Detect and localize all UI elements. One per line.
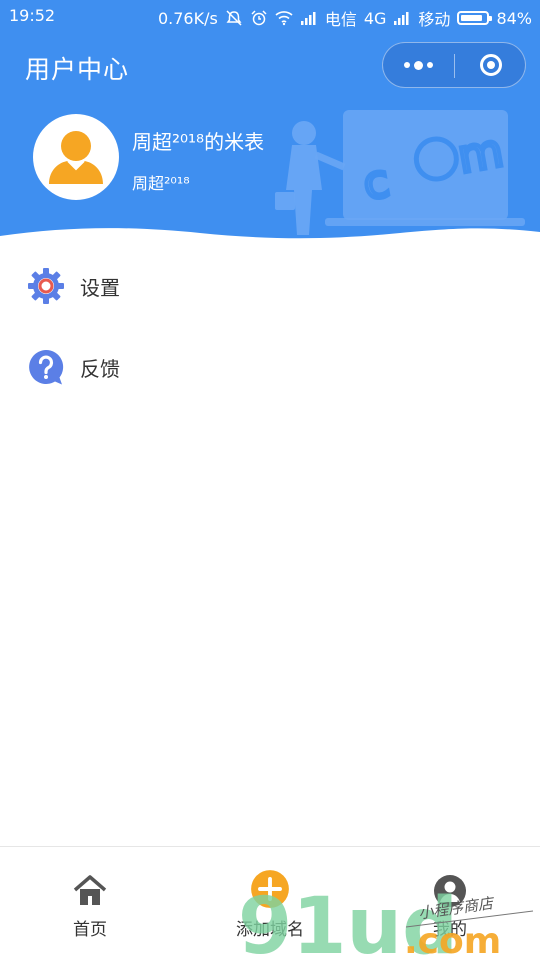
battery-icon	[457, 11, 493, 25]
status-time: 19:52	[9, 6, 56, 25]
profile-header: 19:52 0.76K/s 电信 4G 移动 84% c m 用户中心 周超²⁰…	[0, 0, 540, 245]
menu-item-label: 反馈	[80, 356, 120, 381]
svg-text:m: m	[454, 123, 508, 184]
signal-icon-2	[394, 12, 409, 25]
mute-bell-icon	[226, 10, 242, 26]
avatar[interactable]	[33, 114, 119, 200]
gear-icon	[28, 268, 64, 304]
watermark-logo: 91ud .com 小程序商店	[238, 882, 534, 964]
home-icon	[73, 875, 107, 905]
battery-percent: 84%	[496, 8, 532, 28]
menu-item-settings[interactable]: 设置	[0, 251, 540, 321]
signal-icon	[300, 12, 316, 25]
menu-item-label: 设置	[80, 275, 120, 300]
dot-icon	[414, 60, 423, 70]
status-indicators: 0.76K/s 电信 4G 移动 84%	[158, 6, 532, 30]
wifi-icon	[275, 11, 293, 26]
user-avatar-icon	[49, 131, 103, 184]
network-speed: 0.76K/s	[157, 8, 218, 28]
status-bar: 19:52 0.76K/s 电信 4G 移动 84%	[0, 0, 540, 32]
site-watermark: 91ud .com 小程序商店	[238, 875, 538, 964]
page-title: 用户中心	[25, 55, 130, 84]
menu-item-feedback[interactable]: 反馈	[0, 332, 540, 402]
alarm-icon	[251, 10, 267, 26]
target-circle-icon	[479, 54, 502, 76]
more-menu-button[interactable]	[383, 43, 454, 87]
user-subtitle: 周超²⁰¹⁸	[132, 174, 190, 193]
watermark-domain: .com	[404, 921, 501, 960]
tab-home[interactable]: 首页	[0, 847, 180, 961]
dot-icon	[427, 62, 433, 68]
laptop-illustration: c m	[275, 110, 525, 235]
dot-icon	[404, 62, 410, 68]
network-type: 4G	[363, 8, 387, 28]
user-name: 周超²⁰¹⁸的米表	[132, 130, 265, 154]
question-icon	[29, 349, 64, 385]
carrier-2: 移动	[418, 10, 451, 29]
carrier-1: 电信	[324, 10, 357, 29]
miniprogram-capsule	[382, 42, 526, 88]
wave-divider	[0, 228, 540, 245]
close-miniprogram-button[interactable]	[455, 43, 526, 87]
tab-label: 首页	[73, 920, 107, 940]
